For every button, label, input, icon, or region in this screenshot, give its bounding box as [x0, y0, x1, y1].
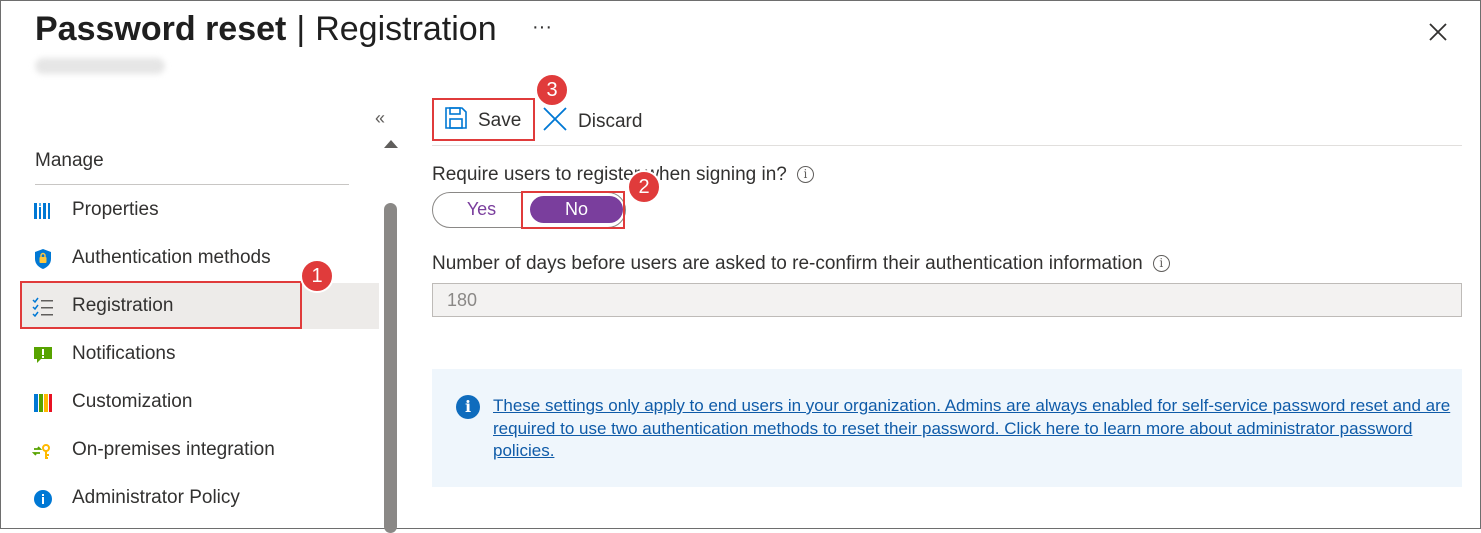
- sidebar-item-on-premises-integration[interactable]: On-premises integration: [20, 427, 379, 473]
- sidebar-item-label: Authentication methods: [72, 247, 271, 268]
- toggle-option-yes[interactable]: Yes: [433, 193, 530, 226]
- page-title-sub: Registration: [315, 10, 497, 48]
- info-icon: [32, 488, 54, 510]
- sidebar-item-properties[interactable]: Properties: [20, 187, 379, 233]
- sidebar-item-label: Notifications: [72, 343, 176, 364]
- properties-icon: [32, 200, 54, 222]
- days-reconfirm-text: Number of days before users are asked to…: [432, 253, 1143, 274]
- step-badge-1: 1: [300, 259, 334, 293]
- page-title-main: Password reset: [35, 10, 287, 48]
- discard-icon: [542, 106, 568, 138]
- highlight-registration: [20, 281, 302, 329]
- scroll-up-arrow[interactable]: [384, 140, 398, 148]
- divider: [432, 145, 1462, 146]
- discard-label: Discard: [578, 111, 643, 132]
- sidebar-section-manage: Manage: [35, 150, 104, 171]
- notification-icon: [32, 344, 54, 366]
- days-reconfirm-field[interactable]: 180: [432, 283, 1462, 317]
- sidebar-item-label: Properties: [72, 199, 159, 220]
- sync-key-icon: [32, 440, 54, 462]
- divider: [35, 184, 349, 185]
- sidebar-item-customization[interactable]: Customization: [20, 379, 379, 425]
- discard-button[interactable]: Discard: [542, 106, 642, 138]
- sidebar-item-label: Customization: [72, 391, 193, 412]
- info-icon: i: [456, 395, 480, 419]
- page-title: Password reset | Registration: [35, 10, 497, 49]
- days-reconfirm-label: Number of days before users are asked to…: [432, 253, 1170, 275]
- info-icon[interactable]: i: [796, 166, 814, 184]
- shield-icon: [32, 248, 54, 270]
- sidebar-item-administrator-policy[interactable]: Administrator Policy: [20, 475, 379, 521]
- highlight-save-button: [432, 98, 535, 141]
- sidebar-item-label: Administrator Policy: [72, 487, 240, 508]
- step-badge-3: 3: [535, 73, 569, 107]
- sidebar-item-notifications[interactable]: Notifications: [20, 331, 379, 377]
- require-register-label: Require users to register when signing i…: [432, 164, 814, 186]
- title-separator: |: [296, 10, 306, 48]
- redacted-subtitle: [35, 58, 165, 74]
- close-icon[interactable]: [1424, 18, 1452, 46]
- sidebar-item-label: On-premises integration: [72, 439, 275, 460]
- require-register-text: Require users to register when signing i…: [432, 164, 787, 185]
- info-banner-link[interactable]: These settings only apply to end users i…: [493, 395, 1453, 463]
- step-badge-2: 2: [627, 170, 661, 204]
- info-icon[interactable]: i: [1152, 255, 1170, 273]
- info-banner: i These settings only apply to end users…: [432, 369, 1462, 487]
- more-options-button[interactable]: ···: [532, 16, 552, 39]
- highlight-no-option: [521, 191, 625, 229]
- customization-icon: [32, 392, 54, 414]
- collapse-sidebar-button[interactable]: «: [375, 108, 385, 129]
- sidebar-scrollbar[interactable]: [384, 203, 397, 533]
